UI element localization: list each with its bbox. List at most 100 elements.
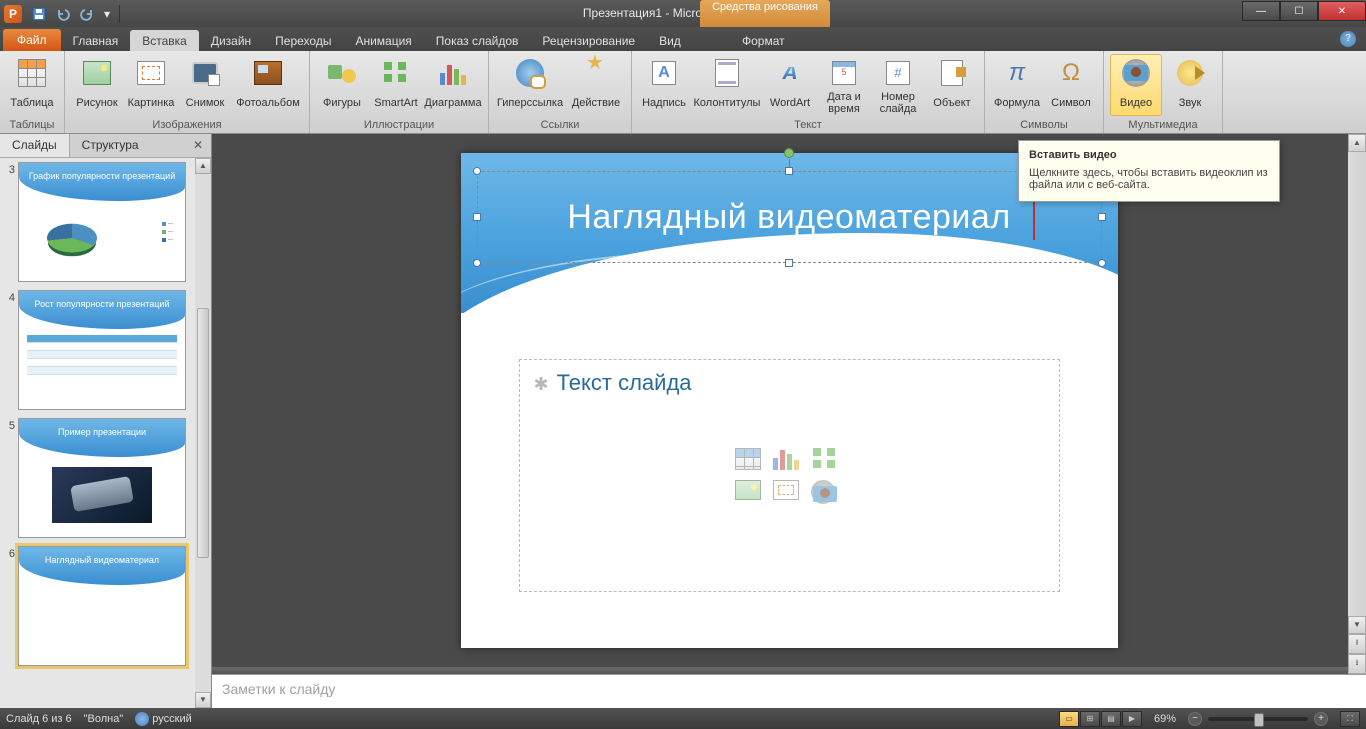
resize-handle[interactable] — [785, 259, 793, 267]
clipart-button[interactable]: Картинка — [125, 54, 177, 116]
slide-thumb-4[interactable]: Рост популярности презентаций — [18, 290, 186, 410]
content-placeholder[interactable]: ✱Текст слайда — [519, 359, 1060, 592]
tab-transitions[interactable]: Переходы — [263, 30, 343, 51]
globe-icon — [135, 712, 149, 726]
action-button[interactable]: Действие — [567, 54, 625, 116]
slideshow-view-button[interactable]: ▶ — [1122, 711, 1142, 727]
tab-animations[interactable]: Анимация — [343, 30, 423, 51]
slide[interactable]: Наглядный видеоматериал ✱Текст слайда — [461, 153, 1118, 648]
video-button[interactable]: Видео — [1110, 54, 1162, 116]
table-button[interactable]: Таблица — [6, 54, 58, 116]
textbox-button[interactable]: AНадпись — [638, 54, 690, 116]
panel-tab-slides[interactable]: Слайды — [0, 134, 70, 157]
panel-close-button[interactable]: ✕ — [185, 134, 211, 157]
tab-slideshow[interactable]: Показ слайдов — [424, 30, 531, 51]
object-button[interactable]: Объект — [926, 54, 978, 116]
thumbnails: 3 График популярности презентаций ——— 4 … — [0, 158, 211, 708]
resize-handle[interactable] — [1098, 259, 1106, 267]
normal-view-button[interactable]: ▭ — [1059, 711, 1079, 727]
panel-tab-outline[interactable]: Структура — [70, 134, 151, 157]
slide-title-text[interactable]: Наглядный видеоматериал — [567, 198, 1010, 237]
undo-button[interactable] — [52, 3, 74, 25]
qat-customize-button[interactable]: ▾ — [100, 3, 114, 25]
wordart-button[interactable]: AWordArt — [764, 54, 816, 116]
insert-clipart-icon[interactable] — [773, 480, 803, 506]
notes-pane[interactable]: Заметки к слайду — [212, 674, 1366, 708]
reading-view-button[interactable]: ▤ — [1101, 711, 1121, 727]
chart-button[interactable]: Диаграмма — [424, 54, 482, 116]
thumb-number: 6 — [4, 546, 18, 560]
scroll-handle[interactable] — [197, 308, 209, 558]
hyperlink-button[interactable]: Гиперссылка — [495, 54, 565, 116]
scroll-up-icon[interactable]: ▲ — [1348, 134, 1366, 152]
help-button[interactable]: ? — [1340, 31, 1356, 47]
scroll-up-icon[interactable]: ▲ — [195, 158, 211, 174]
thumbs-scrollbar[interactable]: ▲ ▼ — [195, 158, 211, 708]
screenshot-button[interactable]: Снимок — [179, 54, 231, 116]
maximize-button[interactable]: ☐ — [1280, 1, 1318, 21]
group-label-tables: Таблицы — [6, 119, 58, 132]
bullet-icon: ✱ — [534, 374, 549, 394]
app-icon[interactable]: P — [4, 5, 22, 23]
status-language[interactable]: русский — [135, 712, 191, 726]
tab-insert[interactable]: Вставка — [130, 30, 199, 51]
zoom-track[interactable] — [1208, 717, 1308, 721]
headerfooter-button[interactable]: Колонтитулы — [692, 54, 762, 116]
insert-media-icon[interactable] — [811, 480, 841, 506]
titlebar: P ▾ Презентация1 - Microsoft PowerPoint … — [0, 0, 1366, 27]
panel-tabs: Слайды Структура ✕ — [0, 134, 211, 158]
resize-handle[interactable] — [473, 213, 481, 221]
insert-smartart-icon[interactable] — [811, 448, 841, 474]
symbol-button[interactable]: ΩСимвол — [1045, 54, 1097, 116]
statusbar: Слайд 6 из 6 "Волна" русский ▭ ⊞ ▤ ▶ 69%… — [0, 708, 1366, 729]
scroll-down-icon[interactable]: ▼ — [1348, 616, 1366, 634]
scroll-down-icon[interactable]: ▼ — [195, 692, 211, 708]
close-button[interactable]: ✕ — [1318, 1, 1366, 21]
photoalbum-button[interactable]: Фотоальбом — [233, 54, 303, 116]
resize-handle[interactable] — [473, 167, 481, 175]
zoom-in-button[interactable]: + — [1314, 712, 1328, 726]
tab-design[interactable]: Дизайн — [199, 30, 263, 51]
smartart-button[interactable]: SmartArt — [370, 54, 422, 116]
resize-handle[interactable] — [785, 167, 793, 175]
tab-review[interactable]: Рецензирование — [530, 30, 647, 51]
audio-button[interactable]: Звук — [1164, 54, 1216, 116]
tab-view[interactable]: Вид — [647, 30, 693, 51]
rotate-handle[interactable] — [784, 148, 794, 158]
window-title: Презентация1 - Microsoft PowerPoint — [127, 0, 1242, 27]
zoom-percent[interactable]: 69% — [1154, 713, 1176, 725]
group-label-images: Изображения — [71, 119, 303, 132]
datetime-button[interactable]: 5Дата и время — [818, 54, 870, 116]
tab-file[interactable]: Файл — [3, 29, 61, 51]
zoom-out-button[interactable]: − — [1188, 712, 1202, 726]
slide-canvas[interactable]: Наглядный видеоматериал ✱Текст слайда — [212, 134, 1366, 667]
tab-format[interactable]: Формат — [730, 30, 797, 51]
picture-button[interactable]: Рисунок — [71, 54, 123, 116]
slide-thumb-3[interactable]: График популярности презентаций ——— — [18, 162, 186, 282]
slide-thumb-6[interactable]: Наглядный видеоматериал — [18, 546, 186, 666]
slidenumber-button[interactable]: #Номер слайда — [872, 54, 924, 116]
resize-handle[interactable] — [473, 259, 481, 267]
thumb-title: Рост популярности презентаций — [19, 299, 185, 309]
insert-picture-icon[interactable] — [735, 480, 765, 506]
redo-button[interactable] — [76, 3, 98, 25]
thumb-title: Наглядный видеоматериал — [19, 555, 185, 565]
save-button[interactable] — [28, 3, 50, 25]
content-placeholder-icons — [735, 448, 843, 506]
minimize-button[interactable]: — — [1242, 1, 1280, 21]
shapes-button[interactable]: Фигуры — [316, 54, 368, 116]
sorter-view-button[interactable]: ⊞ — [1080, 711, 1100, 727]
resize-handle[interactable] — [1098, 213, 1106, 221]
zoom-slider[interactable]: − + — [1188, 712, 1328, 726]
next-slide-button[interactable]: ⭳ — [1348, 654, 1366, 674]
vertical-scrollbar[interactable]: ▲ ▼ ⭱ ⭳ — [1348, 134, 1366, 674]
slide-thumb-5[interactable]: Пример презентации — [18, 418, 186, 538]
equation-button[interactable]: πФормула — [991, 54, 1043, 116]
insert-table-icon[interactable] — [735, 448, 765, 474]
prev-slide-button[interactable]: ⭱ — [1348, 634, 1366, 654]
title-placeholder[interactable]: Наглядный видеоматериал — [477, 171, 1102, 263]
insert-chart-icon[interactable] — [773, 448, 803, 474]
notes-splitter[interactable] — [212, 667, 1366, 674]
tab-home[interactable]: Главная — [61, 30, 131, 51]
fit-to-window-button[interactable]: ⛶ — [1340, 711, 1360, 727]
